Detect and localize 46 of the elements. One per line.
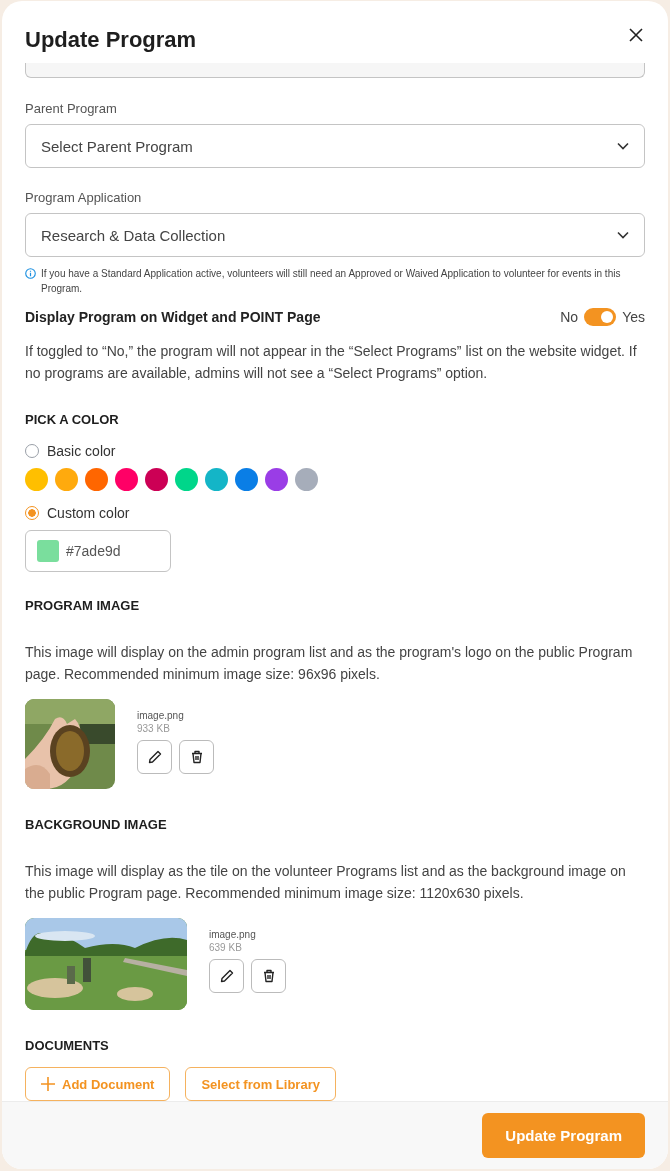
- delete-button[interactable]: [251, 959, 286, 993]
- file-name: image.png: [137, 710, 185, 721]
- chevron-down-icon: [617, 142, 629, 150]
- color-swatch[interactable]: [265, 468, 288, 491]
- toggle-description: If toggled to “No,” the program will not appear in the “Select Programs” list on the website widget. If no programs are available, admins will not see a “Select Programs” option.: [25, 342, 638, 383]
- color-swatch[interactable]: [295, 468, 318, 491]
- toggle-label: Display Program on Widget and POINT Page: [25, 309, 321, 325]
- dialog-title: Update Program: [25, 27, 197, 53]
- edit-button[interactable]: [209, 959, 244, 993]
- parent-program-dropdown[interactable]: Select Parent Program: [25, 124, 645, 168]
- close-icon[interactable]: [629, 28, 643, 42]
- color-swatch[interactable]: [235, 468, 258, 491]
- radio-label: Basic color: [47, 443, 116, 459]
- file-size: 933 KB: [137, 723, 171, 734]
- section-heading: DOCUMENTS: [25, 1038, 110, 1053]
- color-swatch[interactable]: [55, 468, 78, 491]
- toggle-on-label: Yes: [622, 309, 645, 325]
- color-input-field[interactable]: #7ade9d: [25, 530, 171, 572]
- color-swatch[interactable]: [85, 468, 108, 491]
- display-toggle-switch[interactable]: [584, 308, 617, 326]
- file-size: 639 KB: [209, 942, 243, 953]
- color-swatch[interactable]: [145, 468, 168, 491]
- section-description: This image will display as the tile on the volunteer Programs list and as the background image on the public Program page. Recommended minimum image size: 1120x630 pixels.: [25, 862, 627, 903]
- section-description: This image will display on the admin program list and as the program's logo on the public Program page. Recommended minimum image size: 96x96 pixels.: [25, 643, 634, 684]
- info-icon: [25, 268, 36, 279]
- toggle-off-label: No: [560, 309, 579, 325]
- pencil-icon: [146, 749, 163, 765]
- pencil-icon: [218, 968, 235, 984]
- section-heading: PROGRAM IMAGE: [25, 598, 141, 613]
- plus-icon: [41, 1077, 55, 1091]
- radio-button[interactable]: [25, 506, 39, 520]
- radio-label: Custom color: [47, 505, 130, 521]
- color-swatch[interactable]: [175, 468, 198, 491]
- color-swatch[interactable]: [115, 468, 138, 491]
- section-heading: BACKGROUND IMAGE: [25, 817, 168, 832]
- info-text: If you have a Standard Application active, volunteers will still need an Approved or Waived Application to volunteer for events in this Program.: [41, 267, 622, 296]
- delete-button[interactable]: [179, 740, 214, 774]
- section-heading: PICK A COLOR: [25, 412, 120, 427]
- chevron-down-icon: [617, 231, 629, 239]
- color-swatch[interactable]: [205, 468, 228, 491]
- program-application-dropdown[interactable]: Research & Data Collection: [25, 213, 645, 257]
- file-name: image.png: [209, 929, 257, 940]
- color-swatch[interactable]: [25, 468, 48, 491]
- field-label: Parent Program: [25, 101, 118, 116]
- edit-button[interactable]: [137, 740, 172, 774]
- field-label: Program Application: [25, 190, 143, 205]
